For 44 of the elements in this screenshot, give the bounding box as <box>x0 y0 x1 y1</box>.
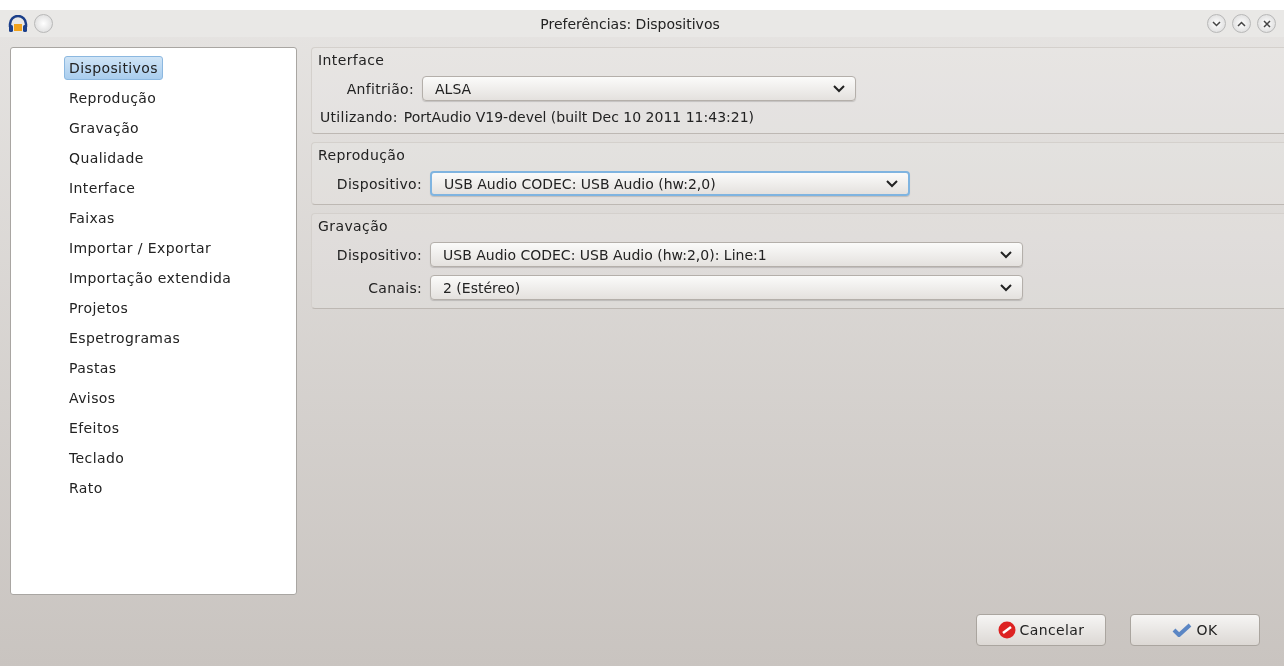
category-item[interactable]: Efeitos <box>64 416 125 440</box>
window-title: Preferências: Dispositivos <box>539 15 721 32</box>
cancel-icon <box>997 621 1016 639</box>
chevron-up-icon <box>1237 20 1246 27</box>
dropdown[interactable]: ALSA <box>422 76 856 101</box>
chevron-down-icon <box>1000 283 1012 292</box>
category-item[interactable]: Qualidade <box>64 146 149 170</box>
checkmark-icon <box>1172 622 1193 638</box>
category-item[interactable]: Reprodução <box>64 86 162 110</box>
category-item[interactable]: Pastas <box>64 356 122 380</box>
close-icon <box>1262 19 1271 28</box>
category-item[interactable]: Importação extendida <box>64 266 237 290</box>
category-item[interactable]: Faixas <box>64 206 120 230</box>
group-title: Interface <box>318 52 385 68</box>
category-item[interactable]: Teclado <box>64 446 130 470</box>
cancel-button[interactable]: Cancelar <box>976 614 1106 646</box>
field-label: Dispositivo: <box>335 175 422 192</box>
category-item[interactable]: Avisos <box>64 386 121 410</box>
chevron-down-icon <box>1000 250 1012 259</box>
category-item[interactable]: Projetos <box>64 296 134 320</box>
close-button[interactable] <box>1257 14 1276 33</box>
group-title: Reprodução <box>318 147 406 163</box>
category-item[interactable]: Rato <box>64 476 108 500</box>
dropdown[interactable]: 2 (Estéreo) <box>430 275 1023 300</box>
chevron-down-icon <box>886 179 898 188</box>
category-item[interactable]: Espetrogramas <box>64 326 186 350</box>
minimize-button[interactable] <box>1207 14 1226 33</box>
field-label: Anfitrião: <box>345 80 414 97</box>
category-item[interactable]: Importar / Exportar <box>64 236 217 260</box>
headphones-icon <box>8 14 28 33</box>
chevron-down-icon <box>1212 20 1221 27</box>
chevron-down-icon <box>833 84 845 93</box>
dropdown[interactable]: USB Audio CODEC: USB Audio (hw:2,0): Line:1 <box>430 242 1023 267</box>
field-label: Dispositivo: <box>335 246 422 263</box>
info-text: PortAudio V19-devel (built Dec 10 2011 11:43:21) <box>403 109 755 125</box>
dropdown[interactable]: USB Audio CODEC: USB Audio (hw:2,0) <box>430 171 910 196</box>
category-item[interactable]: Gravação <box>64 116 145 140</box>
info-label: Utilizando: <box>320 109 398 125</box>
ok-button[interactable]: OK <box>1130 614 1260 646</box>
category-item[interactable]: Interface <box>64 176 141 200</box>
category-item[interactable]: Dispositivos <box>64 56 163 80</box>
maximize-button[interactable] <box>1232 14 1251 33</box>
field-label: Canais: <box>367 279 422 296</box>
group-title: Gravação <box>318 218 389 234</box>
